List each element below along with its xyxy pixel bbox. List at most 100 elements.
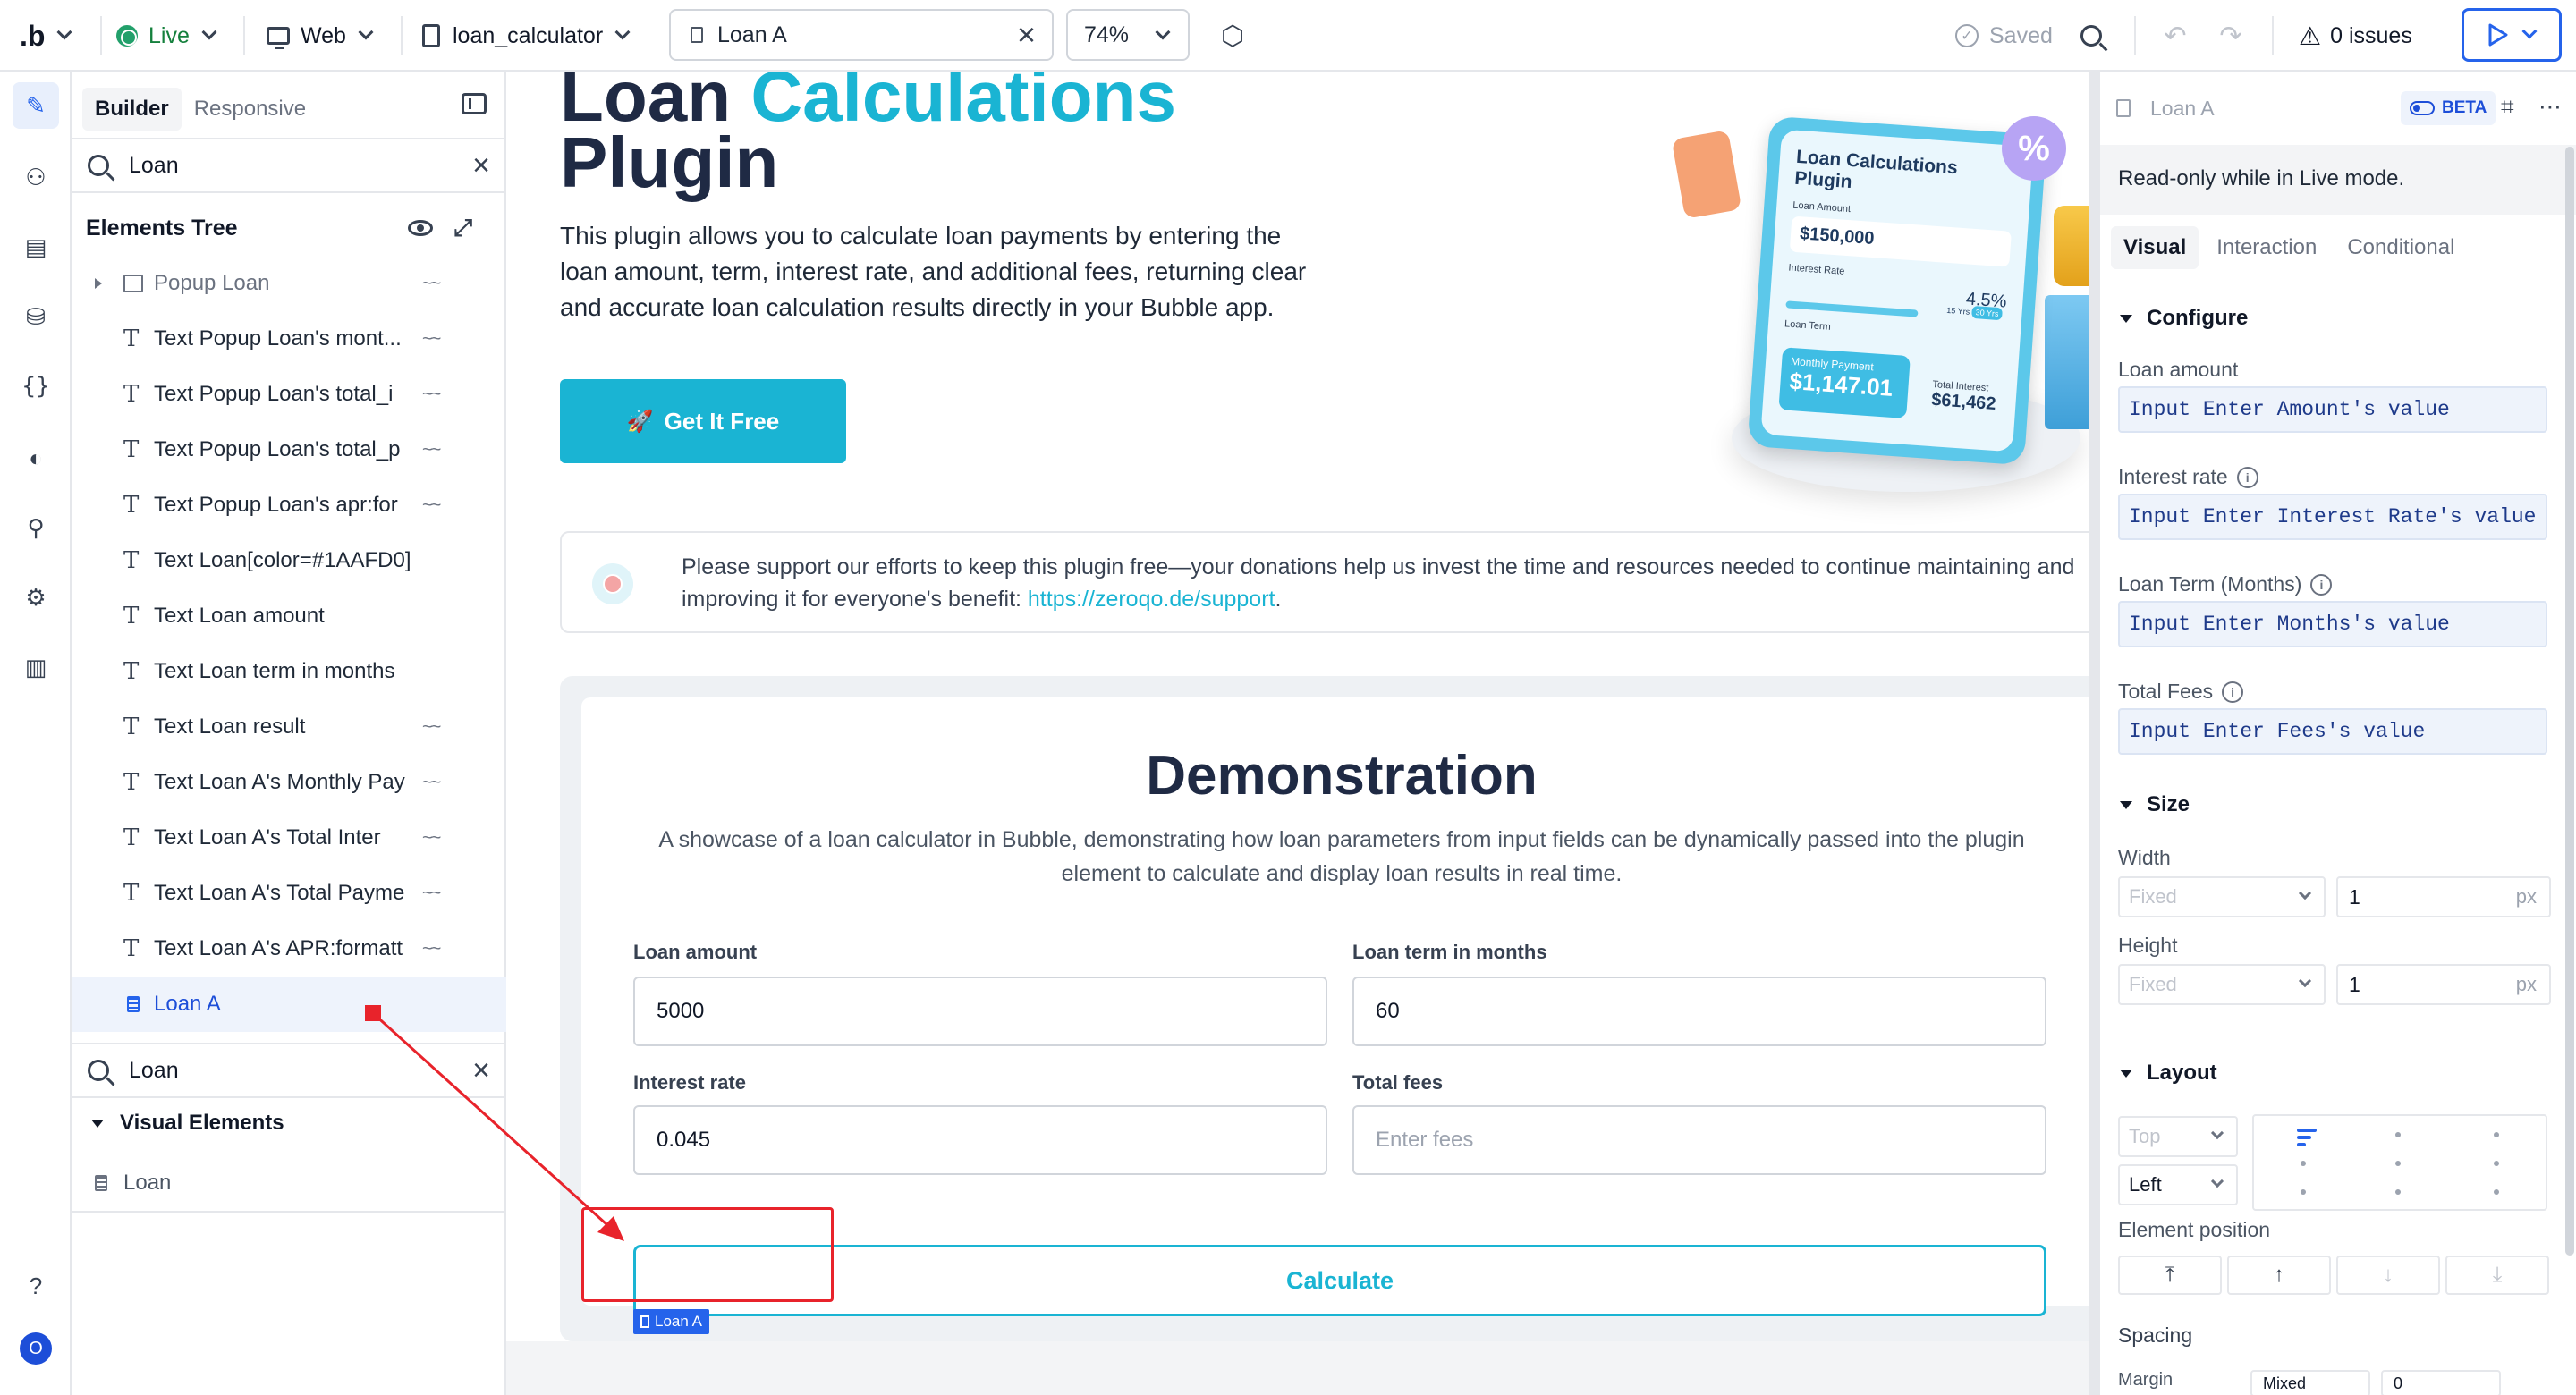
eye-icon[interactable] (408, 220, 433, 236)
calculate-button[interactable]: Calculate (633, 1245, 2046, 1316)
tree-item[interactable]: T Text Popup Loan's mont... ~~ (72, 311, 506, 367)
total-fees-input[interactable]: Enter fees (1352, 1105, 2046, 1175)
page-selector[interactable]: loan_calculator (422, 0, 631, 72)
cube-icon[interactable]: ⬡ (1211, 14, 1254, 57)
donation-link[interactable]: https://zeroqo.de/support (1028, 587, 1275, 612)
caret-right-icon[interactable] (95, 278, 102, 289)
analytics-icon[interactable]: ▥ (13, 644, 59, 690)
hidden-eye-icon[interactable]: ~~ (422, 274, 441, 294)
tab-visual[interactable]: Visual (2111, 226, 2199, 269)
help-icon[interactable]: ? (13, 1263, 59, 1309)
palette-icon[interactable]: ◐ (13, 435, 59, 481)
tree-item[interactable]: T Text Loan A's APR:formatt ~~ (72, 921, 506, 976)
bubble-logo-menu[interactable]: .b (20, 0, 72, 72)
code-braces-icon[interactable]: {} (13, 363, 59, 410)
height-input[interactable]: 1 px (2336, 964, 2551, 1005)
hidden-eye-icon[interactable]: ~~ (422, 773, 441, 793)
preview-button[interactable] (2462, 8, 2562, 62)
canvas-scrollbar[interactable] (2089, 72, 2098, 1395)
zoom-selector[interactable]: 74% (1066, 9, 1190, 61)
settings-gear-icon[interactable]: ⚙ (13, 574, 59, 621)
tab-responsive[interactable]: Responsive (182, 88, 318, 131)
tab-builder[interactable]: Builder (82, 88, 182, 131)
page-canvas[interactable]: Loan Calculations Plugin This plugin all… (506, 72, 2089, 1395)
vertical-align-select[interactable]: Top (2118, 1116, 2238, 1157)
hidden-eye-icon[interactable]: ~~ (422, 385, 441, 405)
width-mode-select[interactable]: Fixed (2118, 876, 2326, 917)
config-field-expression[interactable]: Input Enter Months's value (2118, 601, 2547, 647)
avatar[interactable]: O (20, 1332, 52, 1365)
alignment-grid[interactable] (2252, 1114, 2547, 1211)
beta-toggle[interactable]: BETA (2401, 91, 2496, 125)
tree-item[interactable]: Loan A (72, 976, 506, 1032)
element-tab[interactable]: Loan A × (669, 9, 1054, 61)
tree-item[interactable]: T Text Loan amount (72, 588, 506, 644)
margin-input[interactable]: Mixed (2250, 1370, 2370, 1395)
close-tab-icon[interactable]: × (1017, 19, 1036, 51)
search-input[interactable]: Loan (129, 1058, 179, 1084)
get-it-free-button[interactable]: 🚀 Get It Free (560, 379, 846, 463)
config-field-expression[interactable]: Input Enter Interest Rate's value (2118, 494, 2547, 540)
issues-button[interactable]: ⚠ 0 issues (2299, 0, 2412, 72)
tab-conditional[interactable]: Conditional (2334, 226, 2467, 269)
visual-elements-search[interactable]: Loan × (72, 1043, 506, 1098)
move-forward-icon[interactable]: ↑ (2227, 1256, 2331, 1295)
mode-selector[interactable]: Live (116, 0, 217, 72)
search-button[interactable] (2070, 14, 2113, 57)
loan-a-element-tag[interactable]: Loan A (633, 1309, 709, 1334)
configure-section-header[interactable]: Configure (2120, 306, 2248, 331)
tree-item[interactable]: T Text Popup Loan's apr:for ~~ (72, 478, 506, 533)
hidden-eye-icon[interactable]: ~~ (422, 329, 441, 350)
tree-item[interactable]: T Text Loan[color=#1AAFD0] (72, 533, 506, 588)
tree-item[interactable]: T Text Loan A's Monthly Pay ~~ (72, 755, 506, 810)
visual-element-item[interactable]: Loan (72, 1155, 506, 1211)
clear-search-icon[interactable]: × (472, 1053, 490, 1088)
bring-to-front-icon[interactable]: ⤒ (2118, 1256, 2222, 1295)
tree-item[interactable]: T Text Loan result ~~ (72, 699, 506, 755)
move-backward-icon[interactable]: ↓ (2336, 1256, 2440, 1295)
loan-amount-input[interactable]: 5000 (633, 976, 1327, 1046)
sidebar-toggle-icon[interactable] (462, 93, 487, 114)
align-left-top-icon[interactable] (2297, 1129, 2317, 1150)
tree-item[interactable]: T Text Popup Loan's total_p ~~ (72, 422, 506, 478)
property-editor-scrollbar[interactable] (2565, 147, 2574, 1256)
config-field-expression[interactable]: Input Enter Fees's value (2118, 708, 2547, 755)
tree-item[interactable]: T Text Loan A's Total Payme ~~ (72, 866, 506, 921)
tree-item[interactable]: T Text Loan term in months (72, 644, 506, 699)
margin-input-2[interactable]: 0 (2381, 1370, 2501, 1395)
more-options-icon[interactable]: ⋯ (2538, 93, 2562, 121)
hidden-eye-icon[interactable]: ~~ (422, 717, 441, 738)
search-input[interactable]: Loan (129, 153, 179, 179)
layout-icon[interactable]: ▤ (13, 224, 59, 270)
layout-section-header[interactable]: Layout (2120, 1061, 2217, 1086)
info-icon[interactable]: i (2236, 466, 2258, 488)
undo-icon[interactable]: ↶ (2154, 14, 2197, 57)
info-icon[interactable]: i (2310, 573, 2333, 596)
info-icon[interactable]: i (2222, 681, 2244, 703)
design-tab-pencil-icon[interactable]: ✎ (13, 82, 59, 129)
visual-elements-header[interactable]: Visual Elements (91, 1111, 284, 1136)
hidden-eye-icon[interactable]: ~~ (422, 440, 441, 461)
plugin-icon[interactable]: ⚲ (13, 504, 59, 551)
hidden-eye-icon[interactable]: ~~ (422, 939, 441, 960)
hidden-eye-icon[interactable]: ~~ (422, 828, 441, 849)
config-field-expression[interactable]: Input Enter Amount's value (2118, 386, 2547, 433)
interest-rate-input[interactable]: 0.045 (633, 1105, 1327, 1175)
platform-selector[interactable]: Web (267, 0, 374, 72)
horizontal-align-select[interactable]: Left (2118, 1164, 2238, 1205)
redo-icon[interactable]: ↷ (2209, 14, 2252, 57)
database-icon[interactable]: ⛁ (13, 293, 59, 340)
tree-item[interactable]: Popup Loan ~~ (72, 256, 506, 311)
send-to-back-icon[interactable]: ⤓ (2445, 1256, 2549, 1295)
tree-item[interactable]: T Text Popup Loan's total_i ~~ (72, 367, 506, 422)
expand-icon[interactable]: ⤢ (453, 214, 472, 242)
grid-icon[interactable]: ⌗ (2501, 93, 2514, 122)
hidden-eye-icon[interactable]: ~~ (422, 495, 441, 516)
size-section-header[interactable]: Size (2120, 792, 2190, 817)
width-input[interactable]: 1 px (2336, 876, 2551, 917)
tab-interaction[interactable]: Interaction (2204, 226, 2329, 269)
elements-search[interactable]: Loan × (72, 138, 506, 193)
height-mode-select[interactable]: Fixed (2118, 964, 2326, 1005)
tree-item[interactable]: T Text Loan A's Total Inter ~~ (72, 810, 506, 866)
hidden-eye-icon[interactable]: ~~ (422, 884, 441, 904)
